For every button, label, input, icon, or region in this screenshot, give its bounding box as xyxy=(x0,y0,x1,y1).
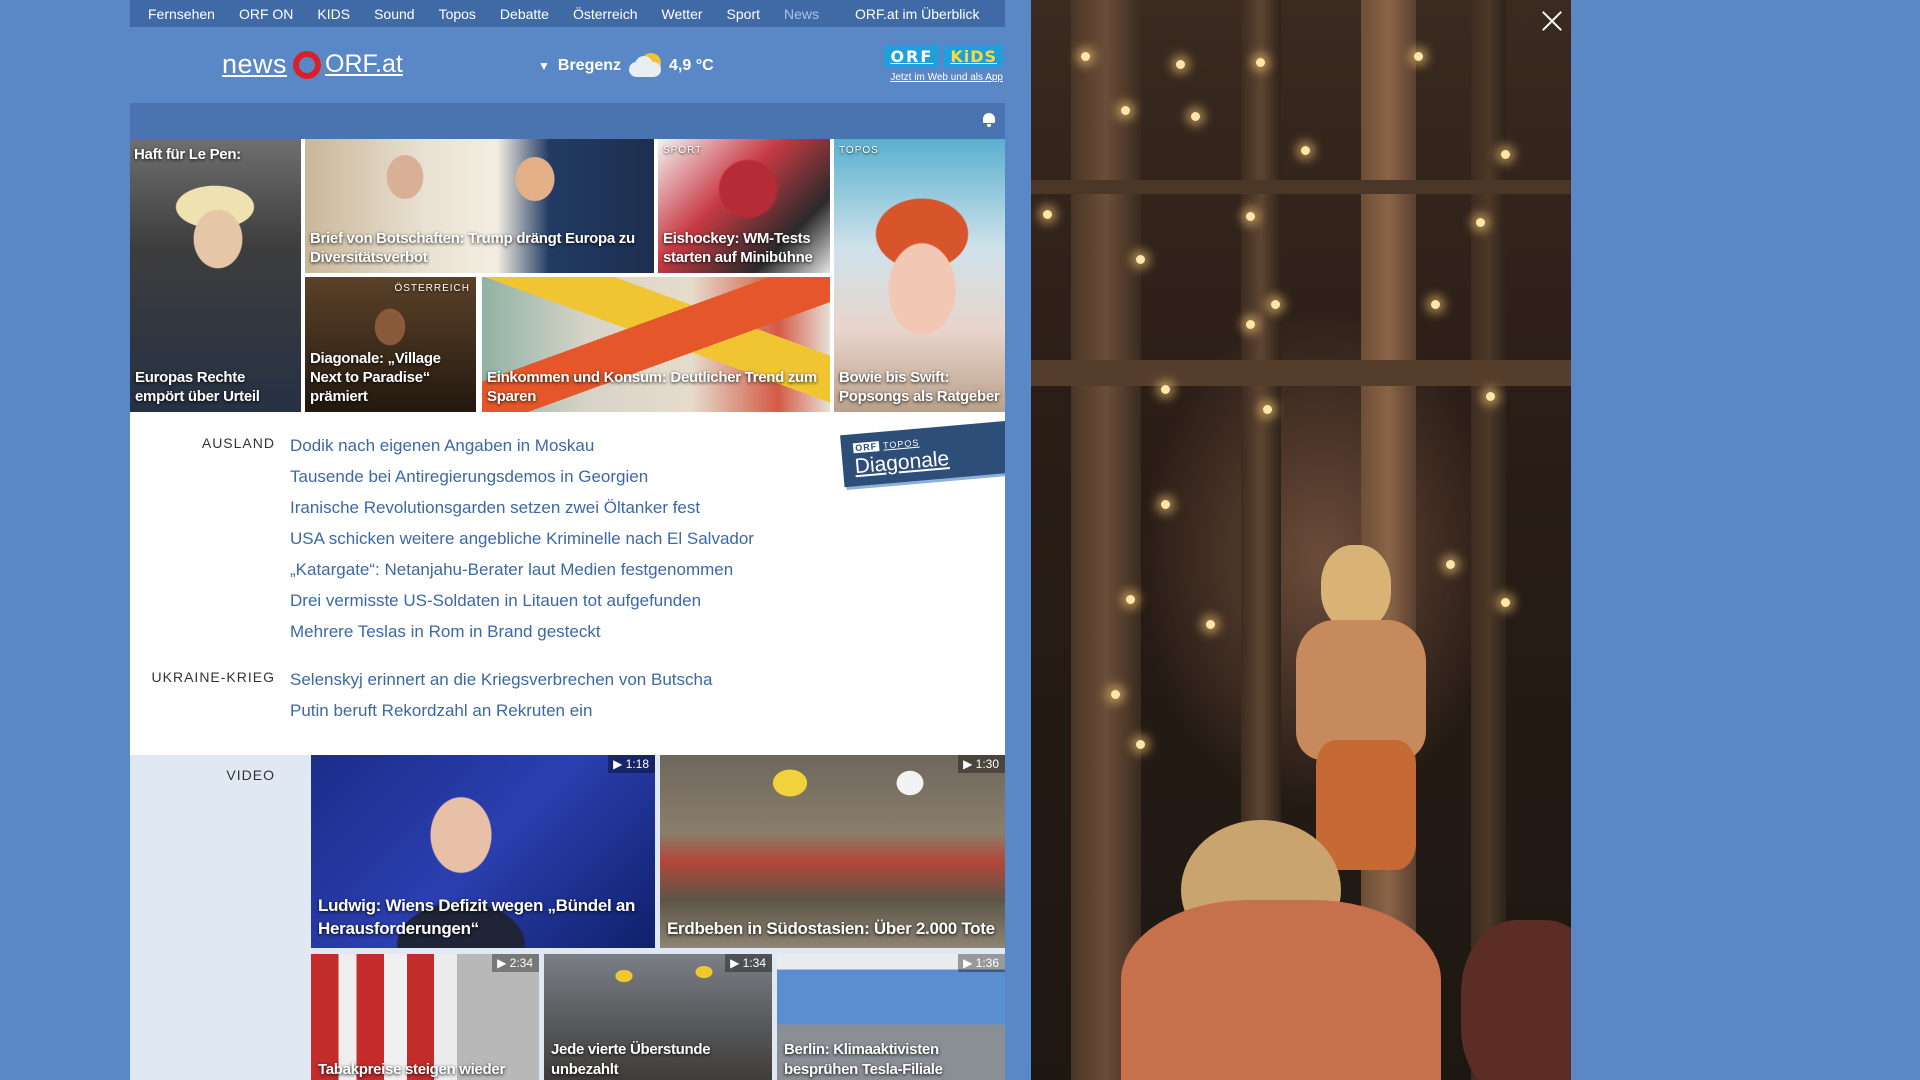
lightbox-photo xyxy=(1031,0,1571,1080)
teaser-sport-caption: Eishockey: WM-Tests starten auf Minibühn… xyxy=(663,230,813,266)
list-item: Dodik nach eigenen Angaben in Moskau xyxy=(290,430,754,461)
headline-link[interactable]: Selenskyj erinnert an die Kriegsverbrech… xyxy=(290,664,712,695)
weather-temperature: 4,9 °C xyxy=(669,57,714,74)
teaser-le-pen[interactable]: Haft für Le Pen: Europas Rechte empört ü… xyxy=(130,139,301,412)
teaser-topos-kicker: TOPOS xyxy=(839,145,879,156)
nav-wetter[interactable]: Wetter xyxy=(662,6,703,22)
teaser-sport-kicker: SPORT xyxy=(663,145,703,156)
location-dropdown-icon[interactable]: ▼ xyxy=(538,59,550,73)
video-duration: ▶ 1:18 xyxy=(608,755,655,773)
video-teaser-ludwig[interactable]: ▶ 1:18 Ludwig: Wiens Defizit wegen „Bünd… xyxy=(311,755,655,948)
video-caption: Ludwig: Wiens Defizit wegen „Bündel an H… xyxy=(318,896,636,938)
video-duration: ▶ 2:34 xyxy=(492,954,539,972)
weather-widget[interactable]: ▼ Bregenz 4,9 °C xyxy=(538,53,714,79)
video-teaser-ueberstunde[interactable]: ▶ 1:34 Jede vierte Überstunde unbezahlt xyxy=(544,954,772,1080)
news-orf-logo[interactable]: news ORF.at xyxy=(222,49,403,80)
teaser-trump-caption: Brief von Botschaften: Trump drängt Euro… xyxy=(310,230,635,266)
section-ukraine-label: UKRAINE-KRIEG xyxy=(151,669,275,685)
section-ausland-label: AUSLAND xyxy=(201,435,275,451)
video-caption: Berlin: Klimaaktivisten besprühen Tesla-… xyxy=(784,1041,943,1078)
list-item: USA schicken weitere angebliche Kriminel… xyxy=(290,523,754,554)
headline-link[interactable]: „Katargate“: Netanjahu-Berater laut Medi… xyxy=(290,554,754,585)
teaser-bowie[interactable]: TOPOS Bowie bis Swift: Popsongs als Ratg… xyxy=(834,139,1005,412)
nav-sound[interactable]: Sound xyxy=(374,6,414,22)
headline-link[interactable]: Mehrere Teslas in Rom in Brand gesteckt xyxy=(290,616,754,647)
list-item: Selenskyj erinnert an die Kriegsverbrech… xyxy=(290,664,712,695)
site-header: news ORF.at ▼ Bregenz 4,9 °C ORF KiDS Je… xyxy=(130,27,1005,103)
video-section: VIDEO ▶ 1:18 Ludwig: Wiens Defizit wegen… xyxy=(130,755,1005,1080)
orf-kids-promo[interactable]: ORF KiDS Jetzt im Web und als App xyxy=(863,45,1003,83)
nav-topos[interactable]: Topos xyxy=(439,6,476,22)
topos-label: TOPOS xyxy=(882,437,920,451)
video-teaser-tabak[interactable]: ▶ 2:34 Tabakpreise steigen wieder xyxy=(311,954,539,1080)
list-item: Mehrere Teslas in Rom in Brand gesteckt xyxy=(290,616,754,647)
news-page: Fernsehen ORF ON KIDS Sound Topos Debatt… xyxy=(130,0,1005,1080)
teaser-le-pen-caption: Europas Rechte empört über Urteil xyxy=(135,369,260,405)
notification-bar xyxy=(130,103,1005,139)
nav-fernsehen[interactable]: Fernsehen xyxy=(148,6,215,22)
news-lists: AUSLAND Dodik nach eigenen Angaben in Mo… xyxy=(130,412,1005,755)
top-navigation: Fernsehen ORF ON KIDS Sound Topos Debatt… xyxy=(130,0,1005,27)
nav-orf-on[interactable]: ORF ON xyxy=(239,6,293,22)
video-duration: ▶ 1:30 xyxy=(958,755,1005,773)
close-icon[interactable] xyxy=(1541,10,1563,32)
list-item: Tausende bei Antiregierungsdemos in Geor… xyxy=(290,461,754,492)
image-lightbox xyxy=(1031,0,1571,1080)
kids-subline: Jetzt im Web und als App xyxy=(890,72,1003,83)
weather-location: Bregenz xyxy=(557,57,622,74)
headline-link[interactable]: USA schicken weitere angebliche Kriminel… xyxy=(290,523,754,554)
teaser-oesterreich-kicker: ÖSTERREICH xyxy=(394,283,470,294)
orf-ring-icon xyxy=(293,50,322,79)
teaser-sport[interactable]: SPORT Eishockey: WM-Tests starten auf Mi… xyxy=(658,139,830,273)
nav-oesterreich[interactable]: Österreich xyxy=(573,6,638,22)
video-teaser-erdbeben[interactable]: ▶ 1:30 Erdbeben in Südostasien: Über 2.0… xyxy=(660,755,1005,948)
orf-mini-logo: ORF xyxy=(852,441,880,454)
headline-link[interactable]: Dodik nach eigenen Angaben in Moskau xyxy=(290,430,754,461)
section-ukraine: UKRAINE-KRIEG Selenskyj erinnert an die … xyxy=(130,664,1005,726)
bell-icon[interactable] xyxy=(983,113,995,127)
nav-overview[interactable]: ORF.at im Überblick xyxy=(855,6,979,22)
video-duration: ▶ 1:34 xyxy=(725,954,772,972)
video-section-label: VIDEO xyxy=(226,767,275,783)
video-caption: Tabakpreise steigen wieder xyxy=(318,1061,506,1078)
teaser-trump[interactable]: Brief von Botschaften: Trump drängt Euro… xyxy=(305,139,654,273)
list-item: Iranische Revolutionsgarden setzen zwei … xyxy=(290,492,754,523)
teaser-einkommen-caption: Einkommen und Konsum: Deutlicher Trend z… xyxy=(487,369,817,405)
ukraine-list: Selenskyj erinnert an die Kriegsverbrech… xyxy=(290,664,712,726)
video-caption: Erdbeben in Südostasien: Über 2.000 Tote xyxy=(667,919,995,938)
nav-debatte[interactable]: Debatte xyxy=(500,6,549,22)
list-item: Drei vermisste US-Soldaten in Litauen to… xyxy=(290,585,754,616)
video-caption: Jede vierte Überstunde unbezahlt xyxy=(551,1041,711,1078)
teaser-diagonale-caption: Diagonale: „Village Next to Paradise“ pr… xyxy=(310,350,441,405)
kids-badge: KiDS xyxy=(944,45,1003,68)
list-item: Putin beruft Rekordzahl an Rekruten ein xyxy=(290,695,712,726)
headline-link[interactable]: Tausende bei Antiregierungsdemos in Geor… xyxy=(290,461,754,492)
teaser-le-pen-label: Haft für Le Pen: xyxy=(134,146,241,163)
top-teasers: Haft für Le Pen: Europas Rechte empört ü… xyxy=(130,139,1005,412)
partly-cloudy-icon xyxy=(629,53,663,79)
video-teaser-tesla[interactable]: ▶ 1:36 Berlin: Klimaaktivisten besprühen… xyxy=(777,954,1005,1080)
teaser-einkommen[interactable]: Einkommen und Konsum: Deutlicher Trend z… xyxy=(482,277,830,412)
headline-link[interactable]: Putin beruft Rekordzahl an Rekruten ein xyxy=(290,695,712,726)
nav-sport[interactable]: Sport xyxy=(727,6,760,22)
logo-news-text: news xyxy=(222,49,288,79)
teaser-bowie-caption: Bowie bis Swift: Popsongs als Ratgeber xyxy=(839,369,1000,405)
nav-kids[interactable]: KIDS xyxy=(317,6,350,22)
headline-link[interactable]: Iranische Revolutionsgarden setzen zwei … xyxy=(290,492,754,523)
headline-link[interactable]: Drei vermisste US-Soldaten in Litauen to… xyxy=(290,585,754,616)
teaser-diagonale[interactable]: ÖSTERREICH Diagonale: „Village Next to P… xyxy=(305,277,476,412)
list-item: „Katargate“: Netanjahu-Berater laut Medi… xyxy=(290,554,754,585)
logo-orf-text: ORF.at xyxy=(325,50,403,78)
nav-news[interactable]: News xyxy=(784,6,819,22)
ausland-list: Dodik nach eigenen Angaben in Moskau Tau… xyxy=(290,430,754,647)
video-duration: ▶ 1:36 xyxy=(958,954,1005,972)
orf-badge: ORF xyxy=(884,45,940,68)
